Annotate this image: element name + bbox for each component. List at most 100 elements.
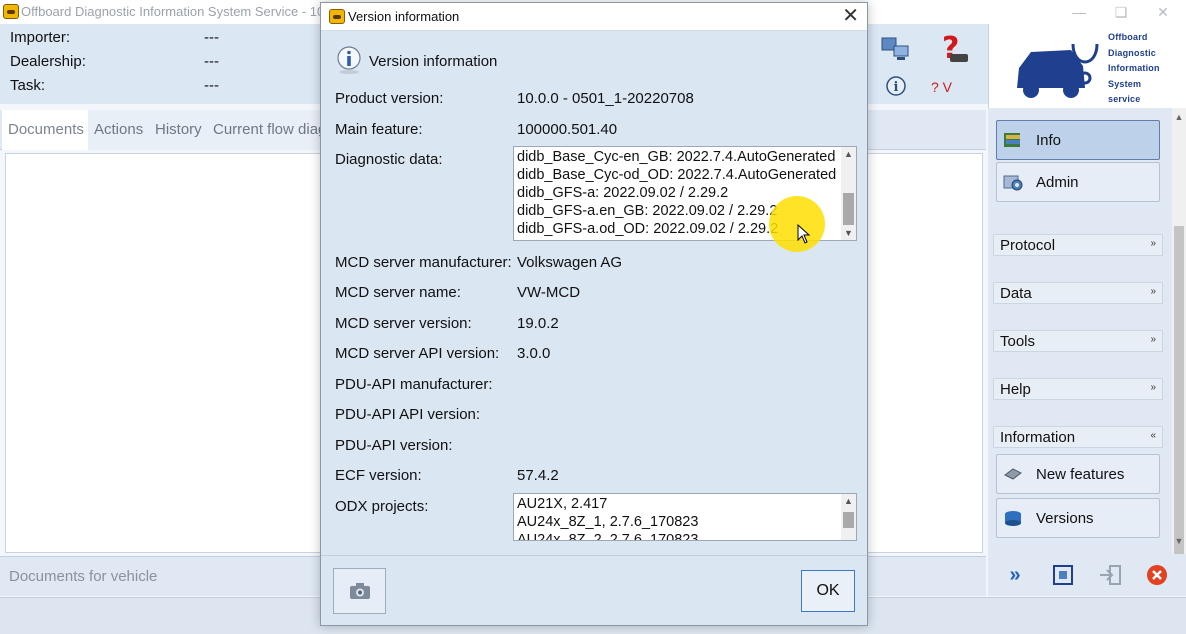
odx-projects-scrollbar[interactable]: ▲ <box>841 494 856 540</box>
logo-text: Offboard Diagnostic Information System s… <box>1108 30 1160 108</box>
sidebar-admin-button[interactable]: Admin <box>996 162 1160 202</box>
section-help[interactable]: Help » <box>993 378 1163 400</box>
section-protocol[interactable]: Protocol » <box>993 234 1163 256</box>
importer-value: --- <box>204 29 219 46</box>
double-arrow-right-icon[interactable]: » <box>998 560 1032 590</box>
main-window-title: Offboard Diagnostic Information System S… <box>21 4 346 19</box>
importer-label: Importer: <box>10 29 71 46</box>
screenshot-button[interactable] <box>333 568 386 614</box>
version-question-badge[interactable]: ? V <box>931 79 952 95</box>
odx-projects-list[interactable]: AU21X, 2.417 AU24x_8Z_1, 2.7.6_170823 AU… <box>513 493 857 541</box>
sidebar-nav-bar: » <box>988 554 1186 596</box>
section-information[interactable]: Information « <box>993 426 1163 448</box>
close-circle-icon[interactable] <box>1140 560 1174 590</box>
section-tools[interactable]: Tools » <box>993 330 1163 352</box>
product-version-label: Product version: <box>335 90 444 107</box>
chevron-down-icon: » <box>1150 238 1156 249</box>
dialog-footer: OK <box>321 555 867 625</box>
maximize-button[interactable]: ❏ <box>1098 0 1144 24</box>
version-information-dialog: Version information ✕ Version informatio… <box>320 2 868 626</box>
sidebar-scrollbar[interactable]: ▲ ▼ <box>1172 108 1186 566</box>
diagnostic-data-scrollbar[interactable]: ▲ ▼ <box>841 147 856 240</box>
chevron-down-icon: » <box>1150 382 1156 393</box>
app-logo-icon <box>3 4 19 19</box>
list-item[interactable]: AU24x_8Z_1, 2.7.6_170823 <box>517 513 840 531</box>
new-features-icon <box>1004 468 1022 480</box>
list-item[interactable]: didb_Base_Cyc-od_OD: 2022.7.4.AutoGenera… <box>517 166 840 184</box>
diagnostic-scroll-thumb[interactable] <box>843 193 854 225</box>
dialog-header-text: Version information <box>369 53 498 70</box>
logo-line-1: Offboard <box>1108 32 1148 42</box>
sidebar-admin-label: Admin <box>1036 174 1079 191</box>
window-close-button[interactable]: ✕ <box>1140 0 1186 24</box>
pdu-api-version-label: PDU-API API version: <box>335 406 481 423</box>
dealership-value: --- <box>204 53 219 70</box>
task-label: Task: <box>10 77 46 94</box>
exit-door-icon[interactable] <box>1094 560 1128 590</box>
section-help-label: Help <box>1000 381 1031 398</box>
dialog-app-icon <box>329 9 345 24</box>
logo-line-4: System <box>1108 78 1142 89</box>
section-data-label: Data <box>1000 285 1032 302</box>
product-version-value: 10.0.0 - 0501_1-20220708 <box>517 90 694 107</box>
tab-actions[interactable]: Actions <box>88 110 151 150</box>
logo-line-2: Diagnostic <box>1108 47 1157 58</box>
dealership-label: Dealership: <box>10 53 86 70</box>
versions-icon <box>1005 511 1021 526</box>
admin-gear-icon <box>1003 175 1023 191</box>
logo-line-3: Information <box>1108 63 1160 73</box>
svg-text:i: i <box>894 80 899 95</box>
mcd-api-value: 3.0.0 <box>517 345 551 362</box>
question-mark-icon[interactable]: ? <box>936 30 972 66</box>
fit-screen-icon[interactable] <box>1046 560 1080 590</box>
scroll-down-icon[interactable]: ▼ <box>1174 536 1184 546</box>
odx-projects-items: AU21X, 2.417 AU24x_8Z_1, 2.7.6_170823 AU… <box>517 495 840 540</box>
odis-logo: Offboard Diagnostic Information System s… <box>988 24 1186 108</box>
ok-button[interactable]: OK <box>801 570 855 612</box>
pdu-manufacturer-label: PDU-API manufacturer: <box>335 376 493 393</box>
sidebar-scroll-thumb[interactable] <box>1174 226 1184 566</box>
section-data[interactable]: Data » <box>993 282 1163 304</box>
tab-history[interactable]: History <box>149 110 209 150</box>
sidebar-versions-label: Versions <box>1036 510 1094 527</box>
pdu-version-label: PDU-API version: <box>335 437 453 454</box>
mcd-version-label: MCD server version: <box>335 315 472 332</box>
scroll-up-icon[interactable]: ▲ <box>1174 112 1184 122</box>
scroll-up-icon[interactable]: ▲ <box>841 496 856 506</box>
mcd-name-label: MCD server name: <box>335 284 461 301</box>
mcd-manufacturer-label: MCD server manufacturer: <box>335 254 512 271</box>
section-protocol-label: Protocol <box>1000 237 1056 254</box>
ecf-version-value: 57.4.2 <box>517 467 559 484</box>
sidebar-versions-button[interactable]: Versions <box>996 498 1160 538</box>
tab-documents[interactable]: Documents <box>2 110 91 150</box>
network-pc-icon[interactable] <box>880 32 912 64</box>
mcd-api-label: MCD server API version: <box>335 345 500 362</box>
sidebar-info-button[interactable]: Info <box>996 120 1160 160</box>
info-icon[interactable]: i <box>884 74 908 98</box>
scroll-up-icon[interactable]: ▲ <box>841 149 856 159</box>
mcd-name-value: VW-MCD <box>517 284 581 301</box>
camera-icon <box>350 583 370 599</box>
header-tool-icons: ? i ? V <box>870 30 988 102</box>
chevron-up-icon: « <box>1150 430 1156 441</box>
tab-current-flow-diagram[interactable]: Current flow diag <box>207 110 334 150</box>
dialog-titlebar: Version information ✕ <box>321 3 867 31</box>
task-value: --- <box>204 77 219 94</box>
logo-line-5: service <box>1108 94 1141 104</box>
dialog-close-button[interactable]: ✕ <box>842 5 859 27</box>
info-book-icon <box>1004 133 1020 147</box>
chevron-down-icon: » <box>1150 286 1156 297</box>
main-feature-value: 100000.501.40 <box>517 121 618 138</box>
minimize-button[interactable]: — <box>1056 0 1102 24</box>
right-sidebar: Info Admin Protocol » Data » Tools » Hel… <box>988 108 1186 554</box>
sidebar-new-features-button[interactable]: New features <box>996 454 1160 494</box>
list-item[interactable]: AU21X, 2.417 <box>517 495 840 513</box>
scroll-down-icon[interactable]: ▼ <box>841 228 856 238</box>
sidebar-new-features-label: New features <box>1036 466 1125 483</box>
list-item[interactable]: didb_Base_Cyc-en_GB: 2022.7.4.AutoGenera… <box>517 148 840 166</box>
main-feature-label: Main feature: <box>335 121 423 138</box>
mcd-manufacturer-value: Volkswagen AG <box>517 254 623 271</box>
odx-scroll-thumb[interactable] <box>843 512 854 528</box>
mouse-pointer-icon <box>797 224 811 244</box>
list-item[interactable]: AU24x_8Z_2, 2.7.6_170823 <box>517 531 840 540</box>
